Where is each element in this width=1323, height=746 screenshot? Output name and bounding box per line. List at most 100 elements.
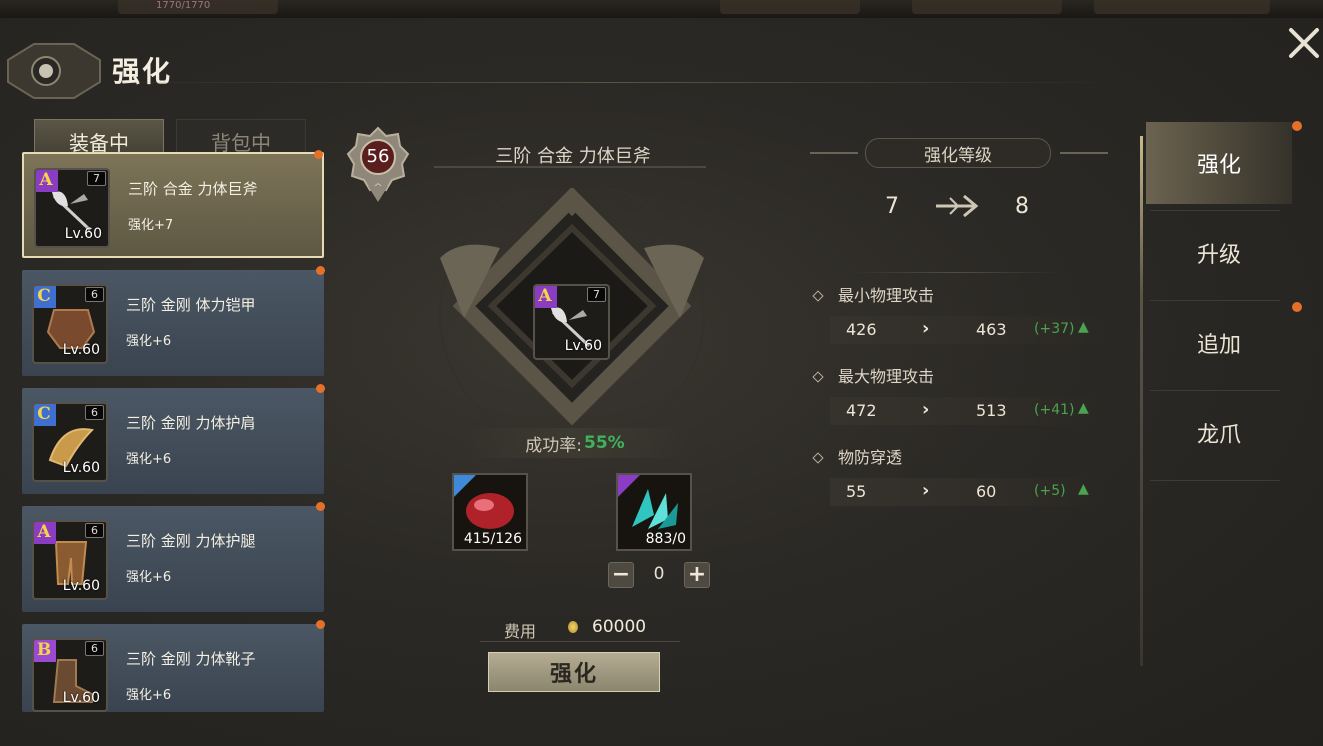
currency-slot-3 (1094, 0, 1270, 14)
chevron-right-icon: › (922, 399, 930, 420)
stat-delta: (+41) (1034, 402, 1075, 418)
equipment-item[interactable]: C 6 Lv.60 三阶 金刚 力体护肩 强化+6 (22, 384, 325, 494)
notify-dot (316, 620, 325, 629)
equipment-item[interactable]: A 6 Lv.60 三阶 金刚 力体护腿 强化+6 (22, 502, 325, 612)
stat-to: 60 (976, 482, 997, 501)
diamond-bullet-icon (812, 371, 824, 383)
stat-row: 55 › 60 (+5) ▲ (830, 478, 1100, 506)
grade-badge: C (34, 404, 56, 426)
decrease-button[interactable]: − (608, 562, 634, 588)
stat-from: 55 (846, 482, 867, 501)
star-count: 7 (587, 287, 606, 302)
level-label-deco-right (1060, 152, 1108, 154)
level-arrow-icon (936, 194, 979, 218)
side-menu-divider (1150, 210, 1280, 211)
equipment-item[interactable]: C 6 Lv.60 三阶 金刚 体力铠甲 强化+6 (22, 266, 325, 376)
notify-dot (316, 502, 325, 511)
level-to: 8 (1015, 194, 1029, 219)
equipment-name: 三阶 合金 力体巨斧 (128, 180, 258, 198)
level-from: 7 (885, 194, 899, 219)
grade-badge: C (34, 286, 56, 308)
equipment-name: 三阶 金刚 体力铠甲 (126, 296, 256, 314)
item-title-underline (434, 166, 706, 168)
equipment-name: 三阶 金刚 力体护腿 (126, 532, 256, 550)
cost-divider (480, 641, 680, 642)
side-menu-rail (1140, 136, 1143, 666)
arrow-up-icon: ▲ (1078, 481, 1089, 497)
equipment-enhance-level: 强化+6 (126, 334, 172, 349)
equipment-icon: C 6 Lv.60 (32, 402, 108, 482)
enhance-button[interactable]: 强化 (488, 652, 660, 692)
coin-icon (568, 621, 578, 633)
stat-delta: (+37) (1034, 321, 1075, 337)
cost-label: 费用 (504, 622, 537, 641)
equipment-enhance-level: 强化+6 (126, 452, 172, 467)
star-count: 6 (85, 523, 104, 538)
level-label-deco-left (810, 152, 858, 154)
notify-dot (316, 384, 325, 393)
side-tab-append[interactable]: 追加 (1146, 302, 1292, 384)
equipment-enhance-level: 强化+7 (128, 218, 174, 233)
selected-item-icon: A 7 Lv.60 (533, 284, 610, 360)
stat-from: 426 (846, 320, 877, 339)
item-level: Lv.60 (62, 690, 100, 706)
material-qty: 883/0 (645, 531, 686, 547)
cost-value: 60000 (592, 617, 647, 637)
grade-badge: B (34, 640, 56, 662)
stats-divider (850, 272, 1060, 273)
cyan-crystal-icon (632, 489, 678, 529)
side-tab-enhance[interactable]: 强化 (1146, 122, 1292, 204)
stat-delta: (+5) (1034, 483, 1066, 499)
stepper-value: 0 (653, 564, 665, 584)
grade-badge: A (535, 286, 557, 308)
notify-dot (1292, 121, 1302, 131)
equipment-item[interactable]: A 7 Lv.60 三阶 合金 力体巨斧 强化+7 (22, 150, 324, 258)
stat-from: 472 (846, 401, 877, 420)
stat-to: 513 (976, 401, 1007, 420)
enhance-panel: 强化 装备中 背包中 A 7 Lv.60 三阶 合金 力体巨斧 强化+7 C 6… (0, 18, 1323, 746)
page-title: 强化 (112, 55, 173, 88)
stat-row: 426 › 463 (+37) ▲ (830, 316, 1100, 344)
equipment-icon: C 6 Lv.60 (32, 284, 108, 364)
material-slot-ore[interactable]: 415/126 (452, 473, 528, 551)
item-level: Lv.60 (62, 578, 100, 594)
side-menu-divider (1150, 480, 1280, 481)
notify-dot (1292, 302, 1302, 312)
header-divider (100, 82, 1123, 83)
header-emblem-icon (7, 43, 101, 99)
enhance-level-label: 强化等级 (865, 138, 1051, 168)
equipment-name: 三阶 金刚 力体护肩 (126, 414, 256, 432)
item-level: Lv.60 (62, 460, 100, 476)
equipment-icon: A 7 Lv.60 (34, 168, 110, 248)
diamond-bullet-icon (812, 452, 824, 464)
close-icon[interactable] (1287, 26, 1321, 60)
grade-badge: A (34, 522, 56, 544)
stat-name: 物防穿透 (838, 448, 903, 467)
stat-to: 463 (976, 320, 1007, 339)
star-count: 7 (87, 171, 106, 186)
material-slot-crystal[interactable]: 883/0 (616, 473, 692, 551)
success-rate-value: 55% (584, 433, 625, 453)
material-qty: 415/126 (463, 531, 522, 547)
side-tab-dragon-claw[interactable]: 龙爪 (1146, 392, 1292, 474)
stat-name: 最大物理攻击 (838, 367, 935, 386)
stat-name: 最小物理攻击 (838, 286, 935, 305)
hp-bar: 1770/1770 (118, 0, 278, 14)
equipment-item[interactable]: B 6 Lv.60 三阶 金刚 力体靴子 强化+6 (22, 620, 325, 712)
equipment-enhance-level: 强化+6 (126, 688, 172, 703)
chevron-right-icon: › (922, 318, 930, 339)
equipment-enhance-level: 强化+6 (126, 570, 172, 585)
side-menu-divider (1150, 300, 1280, 301)
side-tab-upgrade[interactable]: 升级 (1146, 212, 1292, 294)
increase-button[interactable]: + (684, 562, 710, 588)
equipment-icon: B 6 Lv.60 (32, 638, 108, 712)
item-level: Lv.60 (564, 338, 602, 354)
item-level: Lv.60 (62, 342, 100, 358)
top-status-bar: 1770/1770 (0, 0, 1323, 18)
equipment-icon: A 6 Lv.60 (32, 520, 108, 600)
item-level: Lv.60 (64, 226, 102, 242)
currency-slot-1 (720, 0, 860, 14)
diamond-bullet-icon (812, 290, 824, 302)
stat-row: 472 › 513 (+41) ▲ (830, 397, 1100, 425)
success-rate-label: 成功率: (525, 435, 583, 456)
